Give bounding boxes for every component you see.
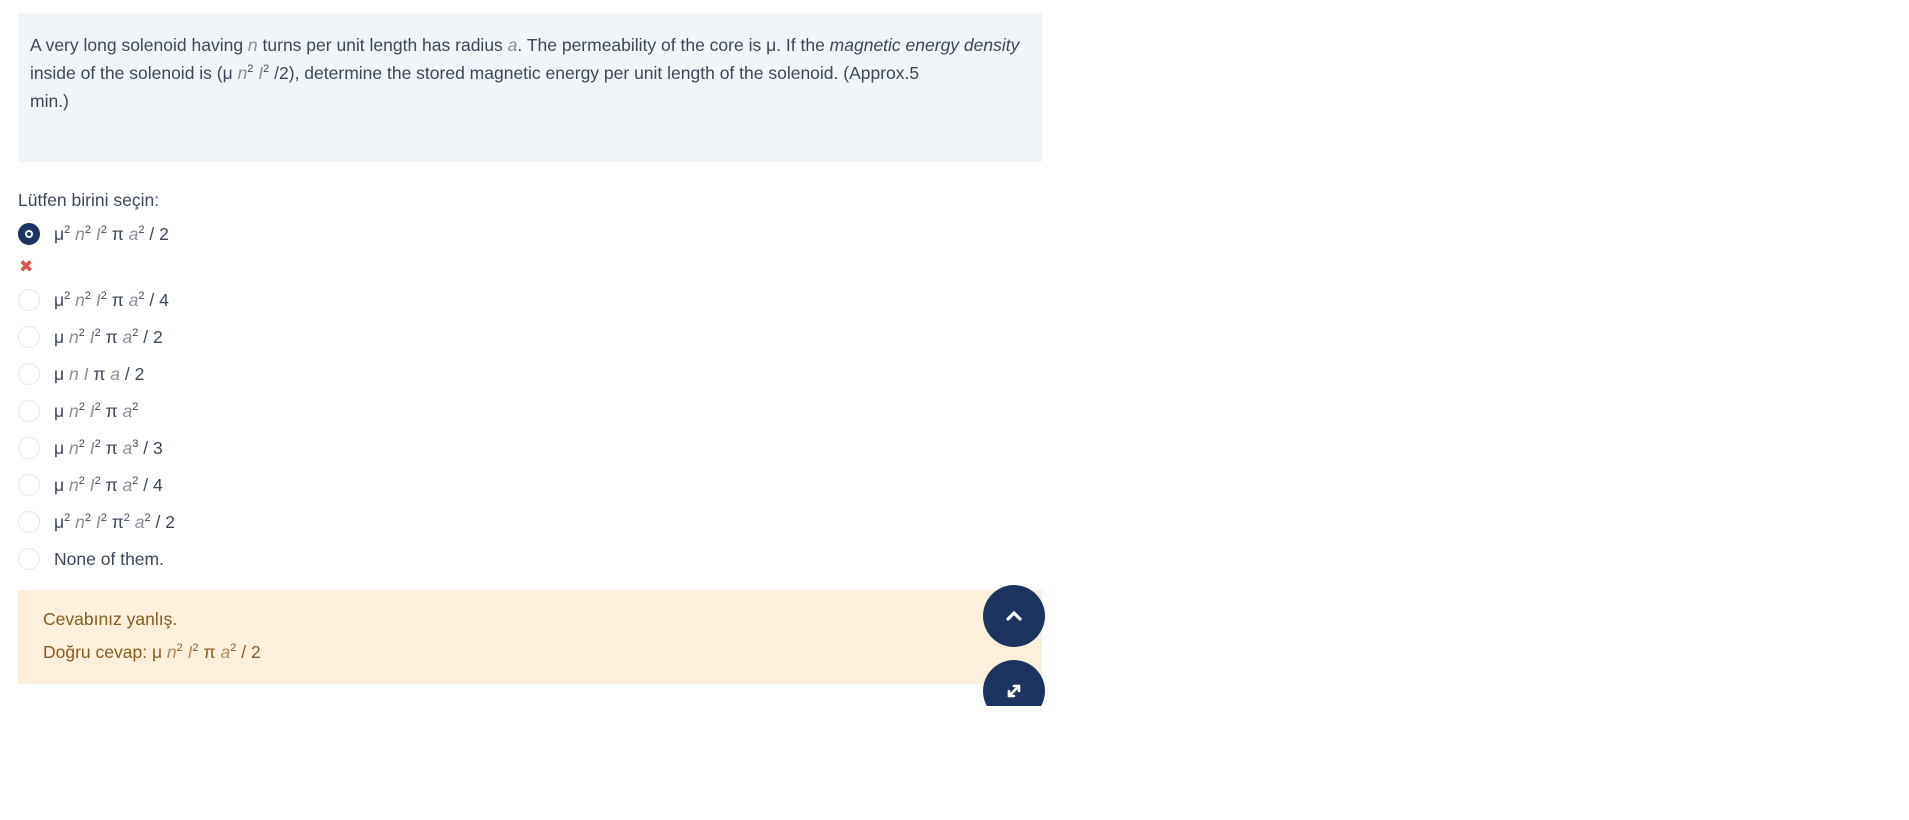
scroll-up-button[interactable] [983, 585, 1045, 647]
answer-option[interactable]: None of them. [18, 545, 164, 573]
feedback-status: Cevabınız yanlış. [43, 609, 178, 629]
option-label: μ2 n2 I2 π a2 / 4 [54, 289, 169, 310]
incorrect-icon: ✖ [19, 257, 34, 276]
answer-option[interactable]: μ n2 I2 π a3 / 3 [18, 434, 163, 462]
answer-option[interactable]: μ n2 I2 π a2 / 4 [18, 471, 163, 499]
radio-button[interactable] [18, 511, 40, 533]
radio-button[interactable] [18, 326, 40, 348]
expand-icon [1007, 684, 1021, 698]
question-line-3: min.) [30, 91, 69, 111]
page-bottom-area [0, 706, 1909, 820]
quiz-page: A very long solenoid having n turns per … [0, 0, 1909, 820]
radio-button[interactable] [18, 363, 40, 385]
option-label: μ2 n2 I2 π2 a2 / 2 [54, 511, 175, 532]
radio-button[interactable] [18, 400, 40, 422]
radio-button[interactable] [18, 474, 40, 496]
correct-answer-formula: μ n2 I2 π a2 / 2 [151, 642, 261, 662]
option-label: μ2 n2 I2 π a2 / 2 [54, 223, 169, 244]
answer-option[interactable]: μ n2 I2 π a2 / 2 [18, 323, 163, 351]
answer-prompt: Lütfen birini seçin: [18, 190, 160, 210]
question-text: A very long solenoid having n turns per … [18, 13, 1042, 162]
chevron-up-icon [1006, 611, 1022, 621]
feedback-panel: Cevabınız yanlış. Doğru cevap: μ n2 I2 π… [18, 590, 1042, 684]
radio-selected-indicator [25, 230, 33, 238]
answer-option[interactable]: μ n2 I2 π a2 [18, 397, 138, 425]
option-label: None of them. [54, 548, 164, 569]
emphasis-text: magnetic energy density [829, 35, 1020, 55]
option-label: μ n2 I2 π a3 / 3 [54, 437, 163, 458]
radio-button[interactable] [18, 223, 40, 245]
answer-option[interactable]: μ2 n2 I2 π2 a2 / 2 [18, 508, 175, 536]
option-label: μ n2 I2 π a2 / 4 [54, 474, 163, 495]
option-label: μ n2 I2 π a2 [54, 400, 139, 421]
option-label: μ n2 I2 π a2 / 2 [54, 326, 163, 347]
answer-option[interactable]: μ2 n2 I2 π a2 / 2 [18, 220, 169, 248]
question-line-2: inside of the solenoid is (μ n2 I2 /2), … [30, 63, 920, 83]
radio-button[interactable] [18, 437, 40, 459]
option-label: μ n I π a / 2 [54, 363, 145, 384]
radio-button[interactable] [18, 289, 40, 311]
answer-option[interactable]: μ2 n2 I2 π a2 / 4 [18, 286, 169, 314]
radio-button[interactable] [18, 548, 40, 570]
question-line-1: A very long solenoid having n turns per … [30, 35, 1020, 55]
answer-option[interactable]: μ n I π a / 2 [18, 360, 144, 388]
correct-answer: Doğru cevap: μ n2 I2 π a2 / 2 [43, 642, 261, 662]
